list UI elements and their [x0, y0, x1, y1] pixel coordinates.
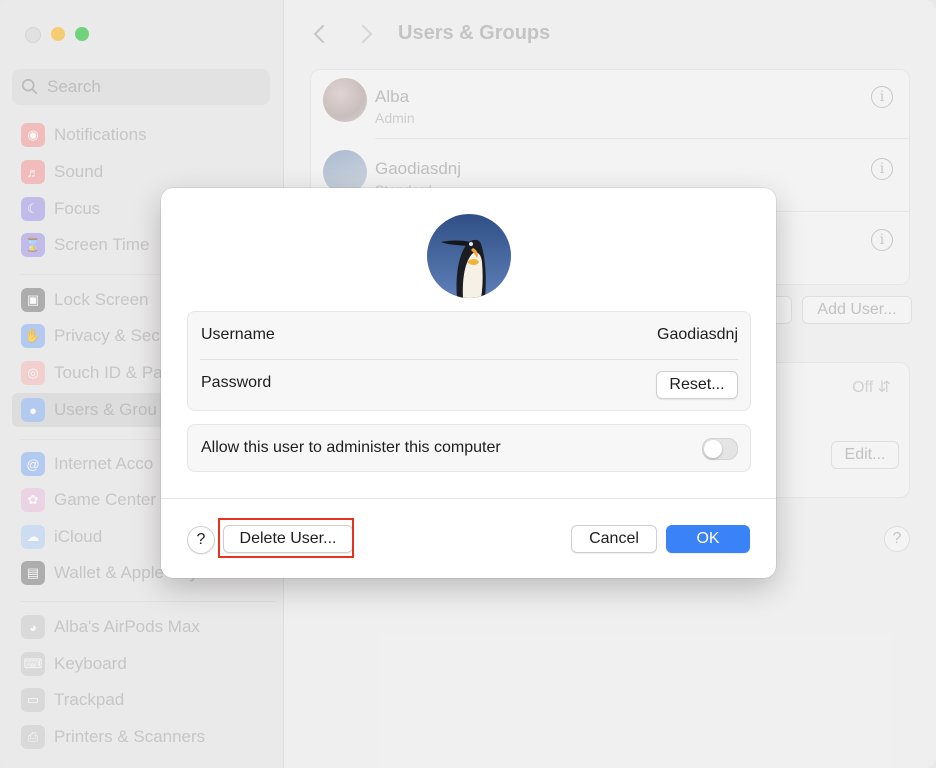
username-label: Username — [201, 326, 275, 343]
penguin-avatar-image — [427, 214, 511, 298]
admin-toggle[interactable] — [702, 438, 738, 460]
system-settings-window: Search ◉ Notifications ♬ Sound ☾ Focus ⌛… — [0, 0, 936, 768]
card-separator — [200, 359, 738, 360]
reset-password-button[interactable]: Reset... — [656, 371, 738, 399]
account-details-card: Username Gaodiasdnj Password Reset... — [187, 311, 751, 411]
admin-option-card: Allow this user to administer this compu… — [187, 424, 751, 472]
password-label: Password — [201, 374, 272, 391]
cancel-button[interactable]: Cancel — [571, 525, 657, 553]
sheet-divider — [161, 498, 776, 499]
username-value: Gaodiasdnj — [657, 326, 738, 343]
delete-user-highlight — [218, 518, 354, 558]
user-avatar — [427, 214, 511, 298]
toggle-knob — [704, 440, 722, 458]
ok-button[interactable]: OK — [666, 525, 750, 553]
admin-option-label: Allow this user to administer this compu… — [201, 439, 501, 456]
edit-user-sheet: Username Gaodiasdnj Password Reset... Al… — [161, 188, 776, 578]
help-button[interactable]: ? — [187, 526, 215, 554]
